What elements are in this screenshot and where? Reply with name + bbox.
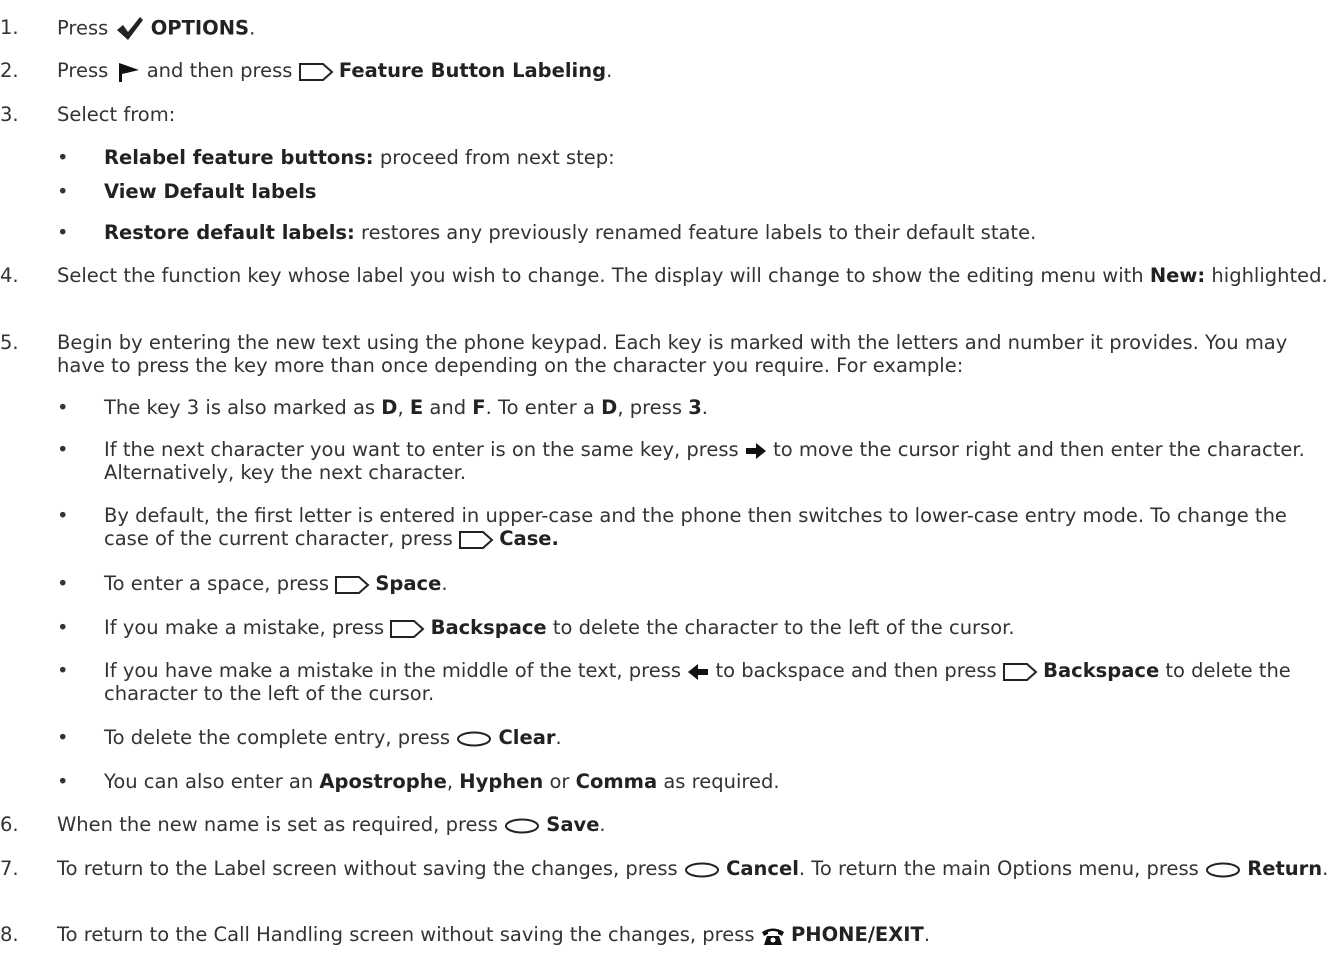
step-number: 1. bbox=[0, 16, 19, 39]
step-number: 8. bbox=[0, 923, 19, 946]
page-right-icon bbox=[115, 61, 141, 83]
step-text: Select from: bbox=[57, 103, 176, 126]
rectangular-soft-key-icon bbox=[335, 575, 370, 595]
step-number: 2. bbox=[0, 59, 19, 82]
step-text: To return to the Call Handling screen wi… bbox=[57, 923, 931, 946]
step-number: 7. bbox=[0, 857, 19, 880]
step-text: Begin by entering the new text using the… bbox=[57, 331, 1288, 377]
oval-soft-key-icon bbox=[456, 730, 492, 748]
feature-button-labeling-label: Feature Button Labeling bbox=[338, 59, 607, 82]
check-icon bbox=[115, 16, 145, 42]
options-key-label: OPTIONS bbox=[150, 16, 250, 40]
rectangular-soft-key-icon bbox=[298, 62, 334, 82]
oval-soft-key-icon bbox=[1205, 861, 1241, 879]
rectangular-soft-key-icon bbox=[390, 619, 425, 639]
step-number: 4. bbox=[0, 264, 19, 287]
step-text: To return to the Label screen without sa… bbox=[57, 857, 1329, 880]
step-number: 5. bbox=[0, 331, 19, 354]
step-text: When the new name is set as required, pr… bbox=[57, 813, 606, 836]
left-arrow-icon bbox=[687, 663, 709, 681]
rectangular-soft-key-icon bbox=[459, 530, 494, 550]
step-text: Press OPTIONS. bbox=[57, 16, 1335, 42]
step-number: 3. bbox=[0, 103, 19, 126]
step-text: Press and then press Feature Button Labe… bbox=[57, 59, 613, 83]
oval-soft-key-icon bbox=[504, 817, 540, 835]
rectangular-soft-key-icon bbox=[1002, 662, 1038, 682]
step-text: Select the function key whose label you … bbox=[57, 264, 1328, 287]
step-number: 6. bbox=[0, 813, 19, 836]
phone-icon bbox=[761, 926, 785, 946]
oval-soft-key-icon bbox=[684, 861, 720, 879]
right-arrow-icon bbox=[745, 442, 767, 460]
